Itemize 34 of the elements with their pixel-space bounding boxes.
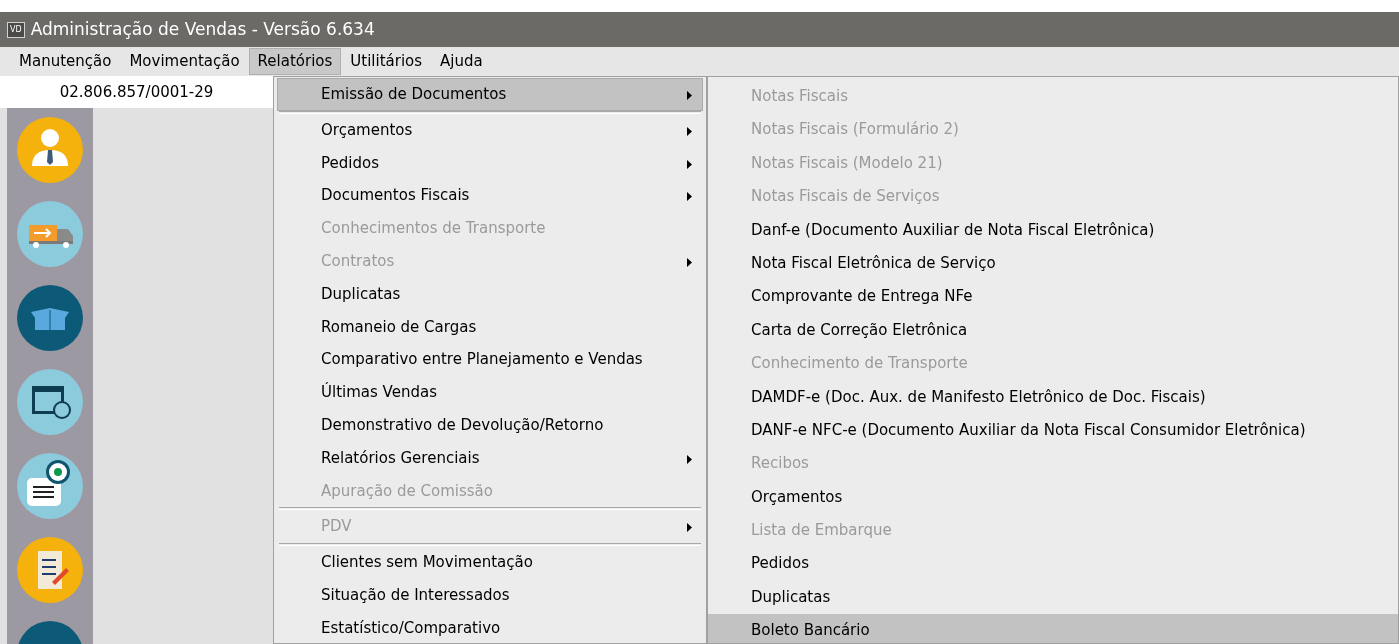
- menu-item[interactable]: Clientes sem Movimentação: [277, 546, 703, 579]
- truck-icon[interactable]: [16, 200, 84, 268]
- menu-bar-item[interactable]: Manutenção: [10, 48, 121, 75]
- menu-item[interactable]: Danf-e (Documento Auxiliar de Nota Fiscal Eletrônica): [708, 213, 1398, 247]
- menu-item[interactable]: DANF-e NFC-e (Documento Auxiliar da Nota Fiscal Consumidor Eletrônica): [708, 413, 1398, 448]
- menu-item[interactable]: Duplicatas: [708, 580, 1398, 615]
- app-logo: VD: [7, 21, 25, 38]
- menu-item[interactable]: Pedidos: [708, 547, 1398, 581]
- menu-item[interactable]: Carta de Correção Eletrônica: [708, 313, 1398, 348]
- menu-item[interactable]: Demonstrativo de Devolução/Retorno: [277, 408, 703, 442]
- menu-bar-item[interactable]: Utilitários: [341, 48, 432, 75]
- menu-item[interactable]: Emissão de Documentos: [277, 78, 703, 111]
- menu-item[interactable]: Romaneio de Cargas: [277, 310, 703, 344]
- menu-bar-item[interactable]: Ajuda: [431, 48, 492, 75]
- window-title: Administração de Vendas - Versão 6.634: [30, 17, 375, 41]
- checklist-pencil-icon[interactable]: [16, 536, 84, 604]
- menu-item[interactable]: DAMDF-e (Doc. Aux. de Manifesto Eletrônico de Doc. Fiscais): [708, 380, 1398, 414]
- menu-item[interactable]: Últimas Vendas: [277, 376, 703, 409]
- menu-item[interactable]: Documentos Fiscais: [277, 179, 703, 213]
- menu-item[interactable]: Estatístico/Comparativo: [277, 611, 703, 643]
- person-icon[interactable]: [16, 116, 84, 184]
- menu-item[interactable]: Comprovante de Entrega NFe: [708, 280, 1398, 314]
- box-icon[interactable]: [16, 284, 84, 352]
- menu-item[interactable]: Nota Fiscal Eletrônica de Serviço: [708, 246, 1398, 281]
- menu-bar-item[interactable]: Relatórios: [248, 48, 342, 75]
- menu-item[interactable]: Duplicatas: [277, 277, 703, 311]
- menu-item[interactable]: Orçamentos: [277, 113, 703, 147]
- menu-item[interactable]: Situação de Interessados: [277, 578, 703, 612]
- menu-bar-item[interactable]: Movimentação: [120, 48, 249, 75]
- menu-item[interactable]: Orçamentos: [708, 480, 1398, 515]
- menu-item[interactable]: Relatórios Gerenciais: [277, 441, 703, 475]
- menu-item[interactable]: Pedidos: [277, 146, 703, 180]
- menu-item[interactable]: Boleto Bancário: [708, 614, 1398, 643]
- menu-item[interactable]: Comparativo entre Planejamento e Vendas: [277, 343, 703, 377]
